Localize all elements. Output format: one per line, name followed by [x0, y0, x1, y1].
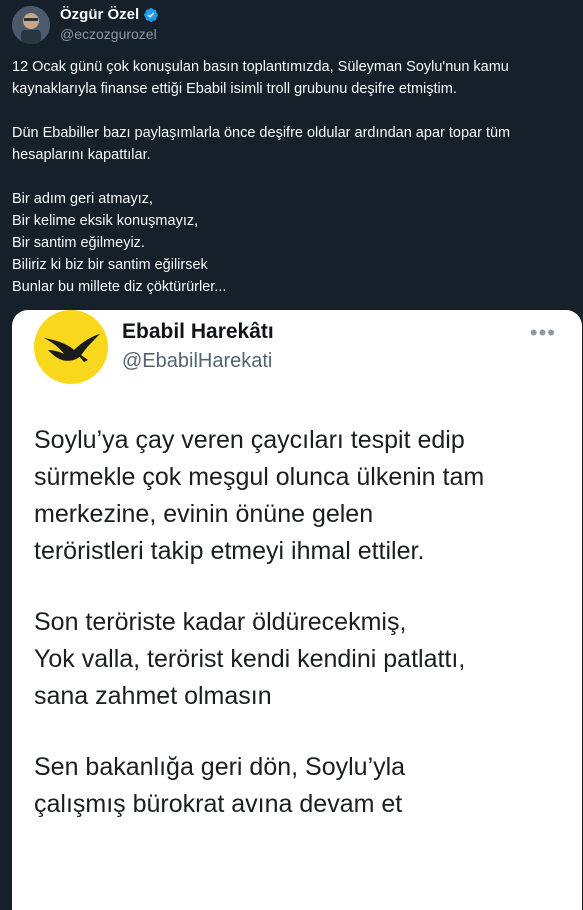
quoted-line: sana zahmet olmasın — [34, 682, 272, 710]
quoted-line: çalışmış bürokrat avına devam et — [34, 790, 403, 818]
quoted-line: Soylu’ya çay veren çaycıları tespit edip — [34, 426, 465, 454]
tweet-paragraph: 12 Ocak günü çok konuşulan basın toplant… — [12, 59, 509, 97]
tweet-line: Bir adım geri atmayız, — [12, 191, 154, 207]
tweet-line: Bir kelime eksik konuşmayız, — [12, 213, 199, 229]
quoted-line: Sen bakanlığa geri dön, Soylu’yla — [34, 753, 406, 781]
quoted-line: merkezine, evinin önüne gelen — [34, 500, 374, 528]
author-name[interactable]: Özgür Özel — [60, 6, 139, 23]
quoted-line: Yok valla, terörist kendi kendini patlat… — [34, 645, 466, 673]
quoted-author-handle: @EbabilHarekati — [122, 350, 273, 372]
tweet-line: Bir santim eğilmeyiz. — [12, 235, 145, 251]
tweet-text: 12 Ocak günü çok konuşulan basın toplant… — [12, 56, 572, 298]
tweet-line: Bunlar bu millete diz çöktürürler... — [12, 279, 227, 295]
tweet-header: Özgür Özel @eczozgurozel — [0, 0, 583, 48]
avatar[interactable] — [12, 6, 50, 44]
quoted-tweet-text: Soylu’ya çay veren çaycıları tespit edip… — [34, 422, 564, 823]
quoted-author-name: Ebabil Harekâtı — [122, 320, 274, 343]
quoted-line: sürmekle çok meşgul olunca ülkenin tam — [34, 463, 485, 491]
swallow-logo-icon — [34, 310, 108, 384]
more-options-icon: ••• — [529, 320, 556, 345]
tweet-paragraph: Dün Ebabiller bazı paylaşımlarla önce de… — [12, 125, 511, 163]
quoted-tweet-image[interactable]: Ebabil Harekâtı @EbabilHarekati ••• Soyl… — [12, 310, 582, 910]
quoted-line: teröristleri takip etmeyi ihmal ettiler. — [34, 537, 425, 565]
tweet-line: Biliriz ki biz bir santim eğilirsek — [12, 257, 208, 273]
quoted-line: Son teröriste kadar öldürecekmiş, — [34, 608, 407, 636]
author-handle[interactable]: @eczozgurozel — [60, 26, 157, 42]
verified-badge-icon — [144, 7, 159, 22]
